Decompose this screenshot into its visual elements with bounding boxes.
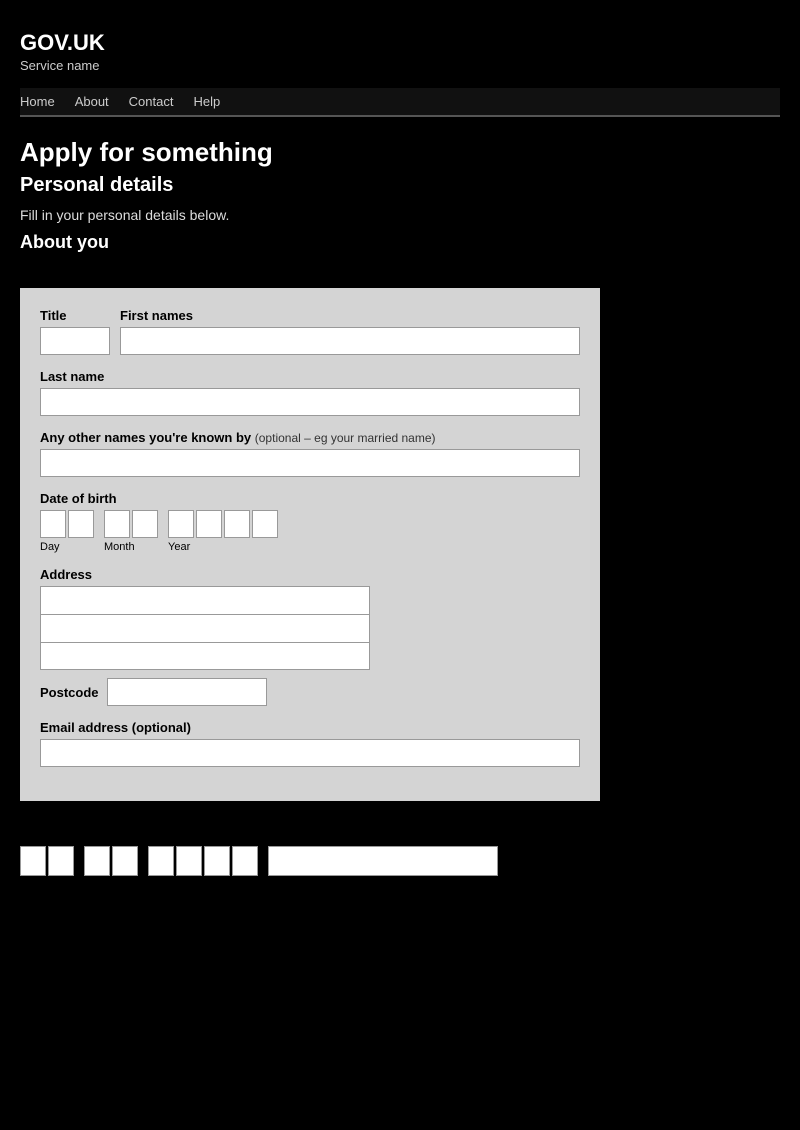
address-line2[interactable] [40, 614, 370, 642]
bottom-dob-row [20, 846, 780, 876]
dob-month-label: Month [104, 541, 135, 553]
dob-day-boxes [40, 510, 94, 538]
other-names-group: Any other names you're known by (optiona… [40, 430, 580, 477]
dob-day-box1[interactable] [40, 510, 66, 538]
bottom-month-box1[interactable] [84, 846, 110, 876]
dob-month-box2[interactable] [132, 510, 158, 538]
firstname-label: First names [120, 308, 580, 323]
lastname-input[interactable] [40, 388, 580, 416]
dob-year-box3[interactable] [224, 510, 250, 538]
dob-day-box2[interactable] [68, 510, 94, 538]
dob-year-box4[interactable] [252, 510, 278, 538]
title-group: Title [40, 308, 110, 355]
email-label: Email address (optional) [40, 720, 580, 735]
address-line3[interactable] [40, 642, 370, 670]
page-heading: Apply for something [20, 137, 780, 168]
postcode-label: Postcode [40, 685, 99, 700]
bottom-year-box1[interactable] [148, 846, 174, 876]
bottom-month-boxes [84, 846, 138, 876]
dob-month-field: Month [104, 510, 158, 553]
bottom-day-box1[interactable] [20, 846, 46, 876]
postcode-input[interactable] [107, 678, 267, 706]
bottom-section [20, 816, 780, 906]
description-text: Fill in your personal details below. [20, 205, 780, 226]
top-header: GOV.UK Service name [20, 20, 780, 78]
page-wrapper: GOV.UK Service name Home About Contact H… [0, 0, 800, 1130]
dob-row: Day Month [40, 510, 580, 553]
dob-year-field: Year [168, 510, 278, 553]
dob-day-label: Day [40, 541, 60, 553]
bottom-wide-input[interactable] [268, 846, 498, 876]
dob-month-box1[interactable] [104, 510, 130, 538]
address-label: Address [40, 567, 580, 582]
dob-year-label: Year [168, 541, 190, 553]
nav-item-home[interactable]: Home [20, 94, 55, 109]
nav-item-contact[interactable]: Contact [129, 94, 174, 109]
address-lines [40, 586, 370, 670]
nav-item-help[interactable]: Help [193, 94, 220, 109]
nav-bar: Home About Contact Help [20, 88, 780, 117]
bottom-year-boxes [148, 846, 258, 876]
nav-item-about[interactable]: About [75, 94, 109, 109]
dob-label: Date of birth [40, 491, 580, 506]
about-you-label: About you [20, 232, 780, 253]
title-firstname-row: Title First names [40, 308, 580, 355]
postcode-row: Postcode [40, 678, 580, 706]
other-names-optional: (optional – eg your married name) [255, 431, 436, 445]
section-heading: Personal details [20, 174, 780, 197]
content-header: Apply for something Personal details Fil… [20, 127, 780, 273]
address-group: Address Postcode [40, 567, 580, 706]
firstname-input[interactable] [120, 327, 580, 355]
title-label: Title [40, 308, 110, 323]
bottom-day-box2[interactable] [48, 846, 74, 876]
firstname-group: First names [120, 308, 580, 355]
dob-year-boxes [168, 510, 278, 538]
dob-day-field: Day [40, 510, 94, 553]
site-title: GOV.UK [20, 30, 780, 56]
other-names-label: Any other names you're known by (optiona… [40, 430, 580, 445]
bottom-year-box3[interactable] [204, 846, 230, 876]
bottom-day-boxes [20, 846, 74, 876]
dob-year-box1[interactable] [168, 510, 194, 538]
other-names-input[interactable] [40, 449, 580, 477]
bottom-month-box2[interactable] [112, 846, 138, 876]
bottom-year-box2[interactable] [176, 846, 202, 876]
lastname-group: Last name [40, 369, 580, 416]
bottom-year-box4[interactable] [232, 846, 258, 876]
email-group: Email address (optional) [40, 720, 580, 767]
dob-year-box2[interactable] [196, 510, 222, 538]
form-container: Title First names Last name Any other na… [20, 288, 600, 801]
site-subtitle: Service name [20, 58, 780, 73]
dob-group: Date of birth Day Month [40, 491, 580, 553]
title-input[interactable] [40, 327, 110, 355]
email-input[interactable] [40, 739, 580, 767]
dob-month-boxes [104, 510, 158, 538]
address-line1[interactable] [40, 586, 370, 614]
lastname-label: Last name [40, 369, 580, 384]
